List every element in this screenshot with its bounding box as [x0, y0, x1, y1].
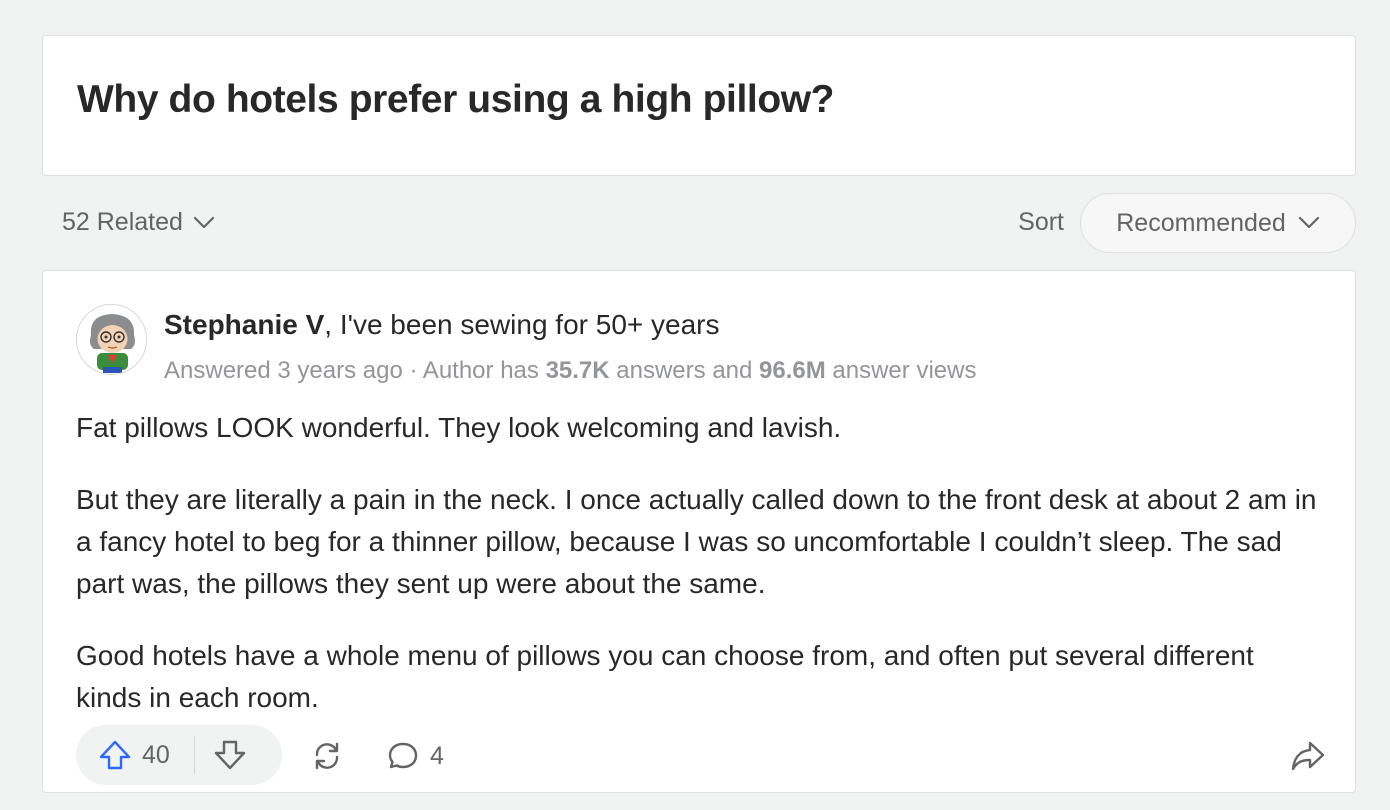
avatar-illustration	[77, 305, 146, 374]
sort-value: Recommended	[1116, 208, 1286, 237]
answer-meta: Answered 3 years ago · Author has 35.7K …	[164, 357, 976, 385]
author-name[interactable]: Stephanie V	[164, 309, 324, 340]
answer-paragraph: Fat pillows LOOK wonderful. They look we…	[76, 412, 842, 443]
author-credential[interactable]: , I've been sewing for 50+ years	[324, 309, 719, 340]
chevron-down-icon	[1298, 216, 1319, 229]
related-label: 52 Related	[62, 208, 183, 236]
comment-button[interactable]: 4	[386, 739, 444, 773]
answer-actions: 40 4	[76, 725, 1326, 785]
share-button[interactable]	[1290, 739, 1326, 778]
reshare-icon	[315, 742, 339, 770]
views-count: 96.6M	[759, 357, 826, 384]
meta-suffix: answer views	[825, 357, 977, 384]
answer-paragraph: But they are literally a pain in the nec…	[76, 484, 1317, 599]
question-card: Why do hotels prefer using a high pillow…	[42, 35, 1356, 176]
downvote-button[interactable]	[195, 725, 247, 785]
upvote-count: 40	[142, 740, 170, 769]
sort-label: Sort	[1018, 208, 1064, 236]
answers-count: 35.7K	[545, 357, 610, 384]
meta-prefix: Answered 3 years ago · Author has	[164, 357, 546, 384]
author-avatar[interactable]	[76, 304, 147, 375]
upvote-arrow-icon	[99, 740, 131, 770]
share-arrow-icon	[1291, 741, 1325, 771]
downvote-arrow-icon	[214, 740, 246, 770]
reshare-button[interactable]	[310, 739, 344, 778]
comment-count: 4	[430, 741, 444, 770]
sort-dropdown[interactable]: Recommended	[1080, 193, 1356, 253]
answer-card: Stephanie V, I've been sewing for 50+ ye…	[42, 270, 1356, 793]
meta-mid: answers and	[609, 357, 760, 384]
upvote-button[interactable]: 40	[76, 725, 170, 785]
related-dropdown[interactable]: 52 Related	[62, 208, 215, 237]
vote-pill: 40	[76, 725, 282, 785]
author-line: Stephanie V, I've been sewing for 50+ ye…	[164, 309, 720, 341]
answers-toolbar: 52 Related Sort Recommended	[42, 193, 1356, 253]
chevron-down-icon	[193, 216, 215, 228]
comment-icon	[388, 742, 418, 769]
answer-body: Fat pillows LOOK wonderful. They look we…	[76, 407, 1326, 749]
question-title[interactable]: Why do hotels prefer using a high pillow…	[77, 78, 835, 122]
answer-paragraph: Good hotels have a whole menu of pillows…	[76, 640, 1254, 713]
